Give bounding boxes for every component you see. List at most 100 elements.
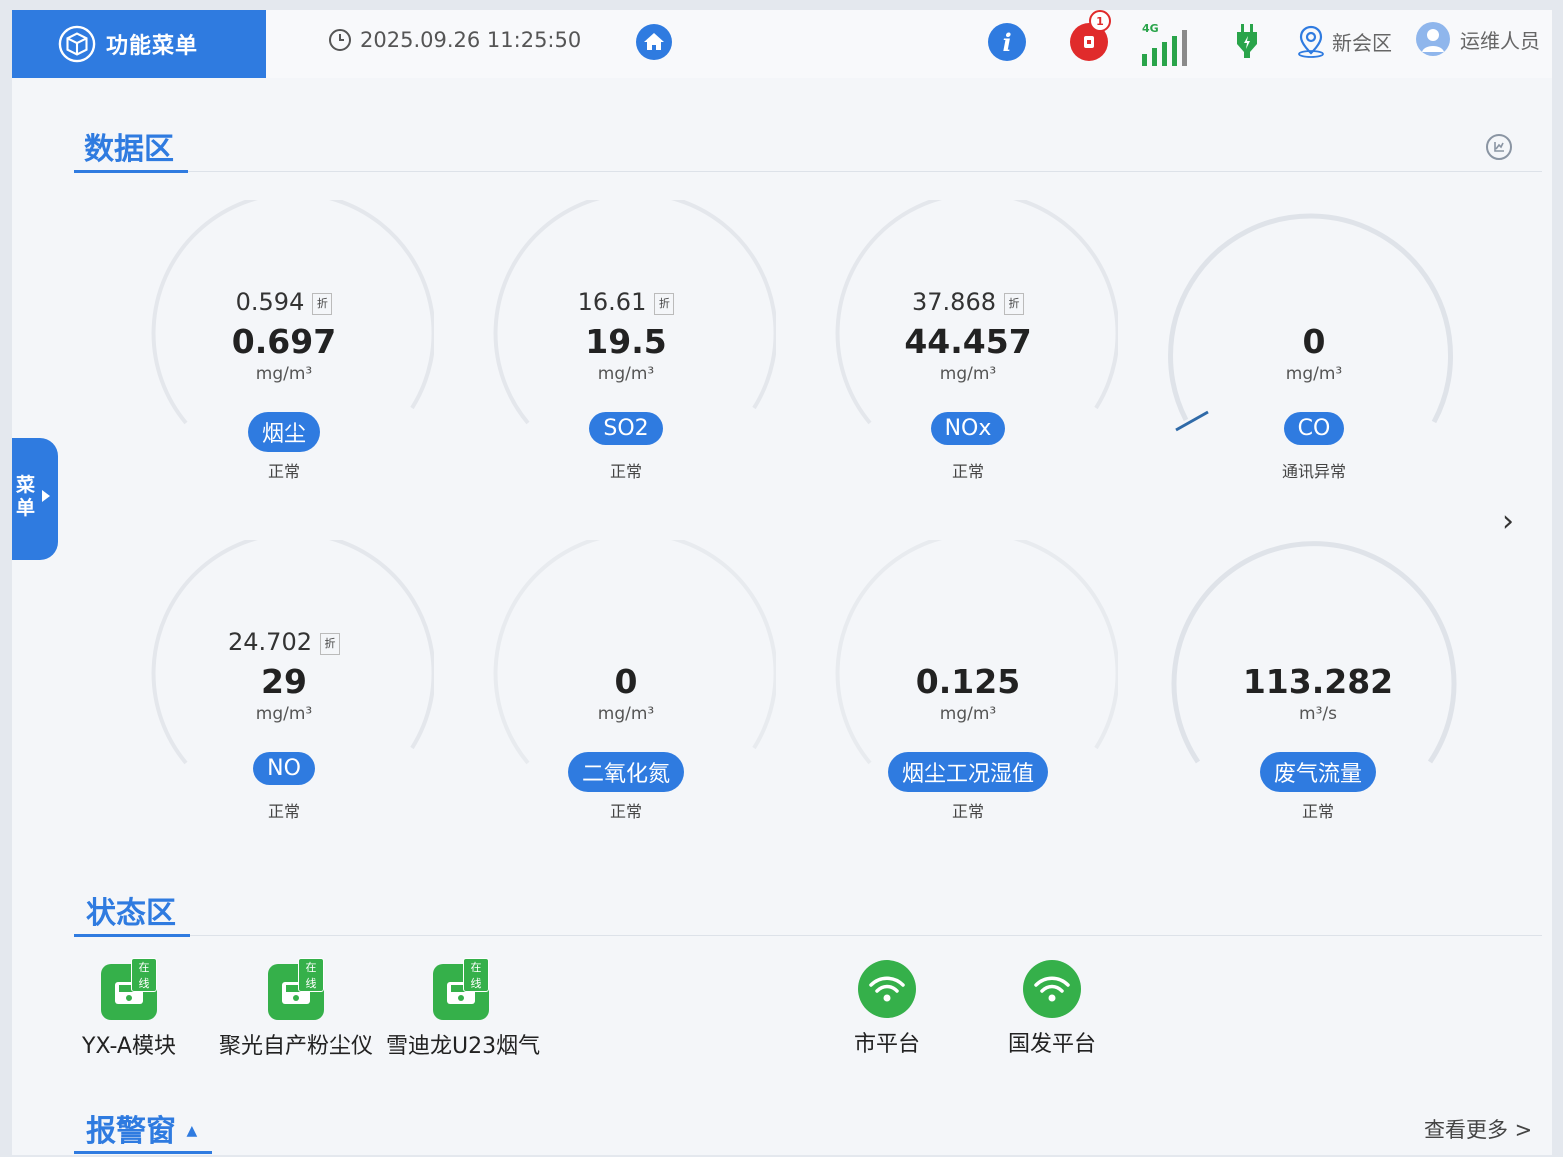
- side-menu-tab[interactable]: 菜单: [12, 438, 58, 560]
- gauge-unit: mg/m³: [939, 364, 997, 384]
- gauge-dust-humidity: 0.125 mg/m³ 烟尘工况湿值 正常: [818, 540, 1118, 840]
- gauge-status: 正常: [951, 802, 984, 821]
- wifi-icon: [1023, 960, 1081, 1018]
- alarm-count-badge: 1: [1089, 10, 1111, 32]
- device-label: 雪迪龙U23烟气: [386, 1034, 541, 1059]
- user-avatar-icon: [1416, 22, 1450, 56]
- gauge-status: 正常: [267, 802, 300, 821]
- collapse-caret-icon: ▲: [186, 1123, 198, 1139]
- gauge-unit: m³/s: [1299, 704, 1337, 724]
- online-badge: 在线: [463, 958, 489, 992]
- cube-logo-icon: [58, 25, 96, 63]
- gauge-value: 0: [614, 662, 638, 701]
- gauge-sub-value: 24.702 折: [134, 628, 434, 656]
- device-monitor-icon: 在线: [101, 958, 157, 1020]
- alarm-window-label: 报警窗: [86, 1114, 176, 1149]
- gauge-status: 正常: [951, 462, 984, 481]
- device-label: YX-A模块: [82, 1034, 176, 1059]
- side-menu-label: 菜单: [16, 474, 36, 519]
- user-label: 运维人员: [1460, 28, 1540, 53]
- location-pin-icon: [1298, 25, 1324, 58]
- gauge-status: 正常: [1301, 802, 1334, 821]
- gauge-value: 44.457: [904, 322, 1032, 361]
- online-badge: 在线: [131, 958, 157, 992]
- function-menu-label: 功能菜单: [106, 34, 199, 59]
- screen: 功能菜单 2025.09.26 11:25:50 i 1 4G 新会区 运维人员…: [12, 10, 1552, 1155]
- alarm-window-underline: [74, 1151, 212, 1154]
- platform-label: 国发平台: [1007, 1032, 1096, 1057]
- region-selector[interactable]: 新会区: [1294, 24, 1392, 58]
- conversion-tag: 折: [319, 633, 340, 655]
- device-dust-meter[interactable]: 在线 聚光自产粉尘仪: [218, 958, 374, 1060]
- status-area-title: 状态区: [86, 896, 176, 931]
- conversion-tag: 折: [654, 293, 675, 315]
- gauge-status: 通讯异常: [1281, 462, 1346, 481]
- user-menu[interactable]: 运维人员: [1416, 22, 1540, 56]
- data-area-title: 数据区: [84, 132, 174, 167]
- data-area-underline: [74, 170, 188, 173]
- conversion-tag: 折: [1003, 293, 1024, 315]
- gauge-name-pill[interactable]: 烟尘: [134, 412, 434, 452]
- platform-label: 市平台: [853, 1032, 920, 1057]
- clock-icon: [329, 29, 351, 51]
- top-bar: 功能菜单 2025.09.26 11:25:50 i 1 4G 新会区 运维人员: [12, 10, 1552, 78]
- gauge-exhaust-flow: 113.282 m³/s 废气流量 正常: [1168, 540, 1468, 840]
- gauge-status: 正常: [609, 462, 642, 481]
- gauge-name-pill[interactable]: SO2: [476, 412, 776, 445]
- gauge-name-pill[interactable]: CO: [1164, 412, 1464, 445]
- gauge-sub-value: 16.61 折: [476, 288, 776, 316]
- next-page-arrow-icon[interactable]: ›: [1502, 504, 1514, 539]
- datetime-text: 2025.09.26 11:25:50: [360, 28, 582, 52]
- gauge-unit: mg/m³: [255, 364, 313, 384]
- expand-triangle-icon: [42, 490, 50, 502]
- gauge-name-pill[interactable]: 废气流量: [1168, 752, 1468, 792]
- gauge-co: 0 mg/m³ CO 通讯异常: [1164, 200, 1464, 500]
- device-yx-a[interactable]: 在线 YX-A模块: [74, 958, 184, 1060]
- gauge-so2: 16.61 折 19.5 mg/m³ SO2 正常: [476, 200, 776, 500]
- datetime-display: 2025.09.26 11:25:50: [328, 28, 581, 52]
- gauge-sub-value: 0.594 折: [134, 288, 434, 316]
- gauge-value: 113.282: [1242, 662, 1394, 701]
- gauge-unit: mg/m³: [597, 364, 655, 384]
- conversion-tag: 折: [312, 293, 333, 315]
- gauge-value: 0: [1302, 322, 1326, 361]
- device-monitor-icon: 在线: [268, 958, 324, 1020]
- platform-national[interactable]: 国发平台: [1002, 960, 1102, 1058]
- gauge-value: 0.125: [915, 662, 1021, 701]
- signal-strength-icon: 4G: [1138, 20, 1198, 70]
- gauge-value: 19.5: [585, 322, 667, 361]
- gauge-unit: mg/m³: [597, 704, 655, 724]
- data-area-divider: [188, 171, 1542, 172]
- gauge-no: 24.702 折 29 mg/m³ NO 正常: [134, 540, 434, 840]
- gauge-name-pill[interactable]: 烟尘工况湿值: [818, 752, 1118, 792]
- chart-toggle-icon[interactable]: [1486, 134, 1512, 160]
- gauge-name-pill[interactable]: NOx: [818, 412, 1118, 445]
- device-label: 聚光自产粉尘仪: [218, 1034, 373, 1059]
- device-monitor-icon: 在线: [433, 958, 489, 1020]
- view-more-link[interactable]: 查看更多 >: [1424, 1114, 1532, 1144]
- device-flue-gas-analyzer[interactable]: 在线 雪迪龙U23烟气: [386, 958, 541, 1060]
- gauge-unit: mg/m³: [255, 704, 313, 724]
- gauge-name-pill[interactable]: 二氧化氮: [476, 752, 776, 792]
- gauge-nox: 37.868 折 44.457 mg/m³ NOx 正常: [818, 200, 1118, 500]
- info-icon[interactable]: i: [988, 23, 1026, 61]
- power-plug-icon: [1234, 22, 1260, 64]
- gauge-no2: 0 mg/m³ 二氧化氮 正常: [476, 540, 776, 840]
- gauge-name-pill[interactable]: NO: [134, 752, 434, 785]
- gauge-value: 0.697: [231, 322, 337, 361]
- online-badge: 在线: [298, 958, 324, 992]
- platform-city[interactable]: 市平台: [842, 960, 932, 1058]
- gauge-status: 正常: [267, 462, 300, 481]
- function-menu-button[interactable]: 功能菜单: [12, 10, 266, 78]
- home-icon[interactable]: [636, 24, 672, 60]
- wifi-icon: [858, 960, 916, 1018]
- alarm-window-title[interactable]: 报警窗 ▲: [86, 1106, 197, 1150]
- status-area-underline: [74, 934, 190, 937]
- gauge-dust: 0.594 折 0.697 mg/m³ 烟尘 正常: [134, 200, 434, 500]
- gauge-value: 29: [261, 662, 307, 701]
- status-area-divider: [190, 935, 1542, 936]
- gauge-unit: mg/m³: [939, 704, 997, 724]
- gauge-unit: mg/m³: [1285, 364, 1343, 384]
- gauge-status: 正常: [609, 802, 642, 821]
- region-label: 新会区: [1332, 30, 1392, 55]
